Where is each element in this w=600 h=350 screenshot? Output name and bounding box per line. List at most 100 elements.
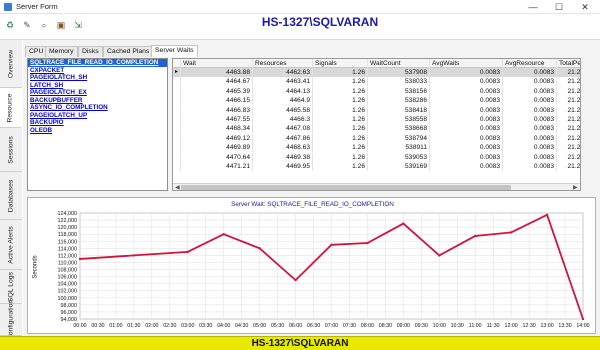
tab-cached-plans[interactable]: Cached Plans — [103, 46, 154, 57]
table-cell: 4467.86 — [253, 133, 313, 143]
table-row[interactable]: 4470.64 4469.38 1.26 539053 0.0083 0.0083 21.2… — [173, 152, 580, 162]
resource-tabs: CPU Memory Disks Cached Plans Server Wai… — [23, 45, 600, 57]
table-row[interactable]: ▸ 4463.88 4462.63 1.26 537908 0.0083 0.0083 21.… — [173, 68, 580, 77]
table-row[interactable]: 4465.39 4464.13 1.26 538156 0.0083 0.0083 21.2… — [173, 86, 580, 96]
x-tick-label: 13:30 — [558, 323, 571, 329]
table-row[interactable]: 4467.554466.31.265385580.00830.008321.26 — [173, 115, 580, 124]
x-tick-label: 00:00 — [73, 323, 86, 329]
table-cell: 0.0083 — [503, 124, 557, 134]
table-row[interactable]: 4469.89 4468.63 1.26 538911 0.0083 0.0083 21.2… — [173, 143, 580, 153]
table-cell: 0.0083 — [503, 143, 557, 153]
side-tab-active-alerts[interactable]: Active Alerts — [0, 220, 22, 270]
row-pointer-icon — [173, 105, 181, 115]
close-button[interactable]: ✕ — [572, 0, 598, 14]
table-row[interactable]: 4464.67 4463.41 1.26 538033 0.0083 0.0083 21.2… — [173, 77, 580, 87]
list-item[interactable]: ASYNC_IO_COMPLETION — [28, 104, 167, 112]
x-tick-label: 06:00 — [289, 323, 302, 329]
notes-icon[interactable]: ✎ — [20, 18, 34, 32]
table-row[interactable]: 4468.34 4467.08 1.26 538668 0.0083 0.0083 21.2… — [173, 124, 580, 134]
table-cell: 1.26 — [313, 115, 368, 124]
list-item[interactable]: LATCH_SH — [28, 82, 167, 90]
y-tick-label: 122,000 — [58, 218, 78, 224]
table-row[interactable]: 4466.154464.91.265382860.00830.008321.26 — [173, 96, 580, 106]
x-tick-label: 03:00 — [181, 323, 194, 329]
wait-chart-panel: Server Wait: SQLTRACE_FILE_READ_IO_COMPL… — [27, 197, 596, 334]
row-pointer-icon — [173, 77, 181, 87]
list-item[interactable]: BACKUPBUFFER — [28, 97, 167, 105]
side-tab-resource[interactable]: Resource — [0, 88, 22, 128]
table-cell: 0.0083 — [430, 152, 503, 162]
bookmark-icon[interactable]: ▣ — [54, 18, 68, 32]
window-title: Server Form — [16, 2, 58, 11]
table-row[interactable]: 4466.83 4465.58 1.26 538418 0.0083 0.0083 21.2… — [173, 105, 580, 115]
table-cell: 0.0083 — [430, 77, 503, 87]
table-cell: 538418 — [368, 105, 430, 115]
list-item[interactable]: PAGEIOLATCH_EX — [28, 89, 167, 97]
tab-memory[interactable]: Memory — [45, 46, 78, 57]
tab-disks[interactable]: Disks — [78, 46, 103, 57]
main-panel: CPU Memory Disks Cached Plans Server Wai… — [23, 40, 600, 336]
table-cell: 538668 — [368, 124, 430, 134]
x-tick-label: 09:30 — [415, 323, 428, 329]
table-cell: 21.25 — [557, 68, 580, 77]
x-tick-label: 12:30 — [522, 323, 535, 329]
connect-icon[interactable]: ♻ — [3, 18, 17, 32]
x-tick-label: 08:00 — [361, 323, 374, 329]
maximize-button[interactable]: ☐ — [546, 0, 572, 14]
table-cell: 4469.38 — [253, 152, 313, 162]
list-item[interactable]: SQLTRACE_FILE_READ_IO_COMPLETION — [28, 59, 167, 67]
side-tab-databases[interactable]: Databases — [0, 172, 22, 220]
export-icon[interactable]: ⇲ — [71, 18, 85, 32]
row-pointer-icon — [173, 143, 181, 153]
y-tick-label: 120,000 — [58, 225, 78, 231]
table-cell: 539053 — [368, 152, 430, 162]
table-cell: 0.0083 — [503, 77, 557, 87]
table-cell: 1.26 — [313, 96, 368, 106]
list-item[interactable]: OLEDB — [28, 127, 167, 135]
x-tick-label: 05:00 — [253, 323, 266, 329]
scroll-thumb[interactable] — [181, 185, 511, 190]
tab-server-waits[interactable]: Server Waits — [151, 45, 198, 57]
side-tab-overview[interactable]: Overview — [0, 40, 22, 88]
x-tick-label: 10:30 — [451, 323, 464, 329]
search-icon[interactable]: ⌕ — [37, 18, 51, 32]
table-cell: 4465.39 — [181, 86, 253, 96]
y-tick-label: 118,000 — [58, 232, 77, 238]
list-item[interactable]: PAGEIOLATCH_SH — [28, 74, 167, 82]
horizontal-scrollbar[interactable]: ◀ ▶ — [173, 183, 580, 190]
status-bar: HS-1327\SQLVARAN — [0, 336, 600, 350]
table-cell: 0.0083 — [430, 162, 503, 171]
table-cell: 0.0083 — [503, 133, 557, 143]
table-cell: 0.0083 — [503, 96, 557, 106]
table-cell: 4466.15 — [181, 96, 253, 106]
x-tick-label: 00:30 — [91, 323, 104, 329]
waits-grid[interactable]: Wait Resources Signals WaitCount AvgWaits Avg… — [172, 58, 581, 191]
table-cell: 4469.95 — [253, 162, 313, 171]
side-tab-configuration[interactable]: Configuration — [0, 299, 22, 340]
table-cell: 4463.41 — [253, 77, 313, 87]
y-tick-label: 96,000 — [61, 310, 78, 316]
side-tab-sessions[interactable]: Sessions — [0, 128, 22, 172]
y-tick-label: 112,000 — [58, 253, 77, 259]
list-item[interactable]: CXPACKET — [28, 67, 167, 75]
minimize-button[interactable]: — — [520, 0, 546, 14]
x-tick-label: 07:00 — [325, 323, 338, 329]
table-cell: 21.25 — [557, 77, 580, 86]
x-tick-label: 02:00 — [145, 323, 158, 329]
table-cell: 0.0083 — [430, 68, 503, 77]
list-item[interactable]: PAGEIOLATCH_UP — [28, 112, 167, 120]
tab-cpu[interactable]: CPU — [25, 46, 48, 57]
table-cell: 4467.08 — [253, 124, 313, 134]
scroll-left-icon[interactable]: ◀ — [175, 184, 180, 190]
column-header: Resources — [253, 59, 313, 68]
table-cell: 0.0083 — [430, 105, 503, 115]
table-row[interactable]: 4471.21 4469.95 1.26 539169 0.0083 0.0083 21.2… — [173, 162, 580, 171]
scroll-right-icon[interactable]: ▶ — [573, 184, 578, 190]
row-pointer-icon — [173, 115, 181, 124]
table-row[interactable]: 4469.12 4467.86 1.26 538794 0.0083 0.0083 21.2… — [173, 133, 580, 143]
table-cell: 4468.63 — [253, 143, 313, 153]
list-item[interactable]: BACKUPIO — [28, 119, 167, 127]
wait-type-list[interactable]: SQLTRACE_FILE_READ_IO_COMPLETION CXPACKE… — [27, 58, 168, 191]
column-header: Wait — [181, 59, 253, 68]
table-cell: 4469.89 — [181, 143, 253, 153]
